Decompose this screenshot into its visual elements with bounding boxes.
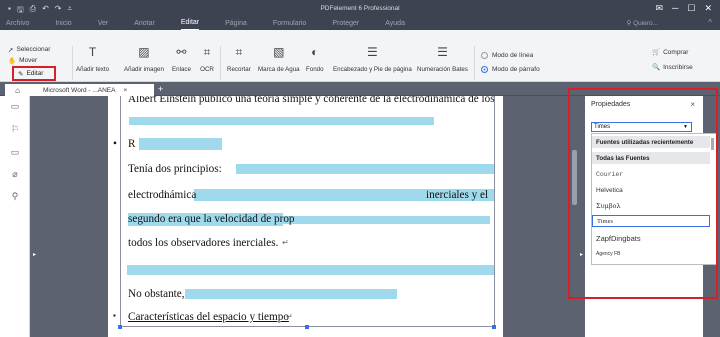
search-placeholder: Quiero...: [633, 20, 658, 27]
menu-proteger[interactable]: Proteger: [332, 17, 359, 30]
menu-pagina[interactable]: Página: [225, 17, 247, 30]
radio-checked-icon: [481, 66, 488, 73]
resize-handle[interactable]: [118, 325, 122, 329]
hand-icon: ✋: [8, 57, 17, 65]
link-icon: ⚯: [176, 45, 187, 59]
register-button[interactable]: 🔍 Inscribirse: [652, 63, 693, 72]
watermark-icon: ▧: [273, 45, 285, 59]
edit-tool-button[interactable]: ✎ Editar: [12, 66, 56, 81]
menu-editar[interactable]: Editar: [180, 16, 200, 31]
cursor-icon: ➚: [8, 46, 14, 54]
highlight-frame: [568, 88, 718, 299]
square-bullet: ▪: [113, 311, 116, 320]
comment-icon[interactable]: ▭: [9, 147, 21, 159]
mail-icon[interactable]: ✉: [655, 3, 663, 13]
ocr-icon: ⌗: [203, 44, 211, 59]
attachment-icon[interactable]: ⌀: [9, 169, 21, 181]
radio-unchecked-icon: [481, 52, 488, 59]
thumbnails-icon[interactable]: ▭: [9, 101, 21, 113]
key-icon: 🔍: [652, 64, 661, 71]
edit-label: Editar: [26, 70, 44, 77]
document-tab[interactable]: Microsoft Word - ...ANEA ×: [30, 84, 154, 96]
close-tab-icon[interactable]: ×: [123, 87, 127, 94]
edit-icon: ✎: [18, 70, 24, 78]
buy-button[interactable]: 🛒 Comprar: [652, 48, 688, 57]
close-icon[interactable]: ✕: [704, 3, 712, 13]
search-icon: ⚲: [626, 20, 632, 27]
app-title: PDFelement 6 Professional: [320, 5, 400, 12]
add-image-tool[interactable]: ▨ Añadir imagen: [124, 44, 164, 73]
selection-tools: ➚ Seleccionar ✋ Mover: [8, 44, 50, 66]
crop-icon: ⌗: [235, 44, 243, 59]
expand-sidebar-icon[interactable]: ▸: [33, 251, 36, 258]
cart-icon: 🛒: [652, 49, 661, 56]
maximize-icon[interactable]: ☐: [687, 3, 695, 13]
move-tool[interactable]: ✋ Mover: [8, 55, 50, 66]
search-box[interactable]: ⚲ Quiero...: [626, 19, 658, 27]
document-tab-label: Microsoft Word - ...ANEA: [43, 86, 116, 94]
title-bar: ▪ 🖫 ⎙ ↶ ↷ ⩡ PDFelement 6 Professional ✉ …: [0, 0, 720, 31]
line-mode-radio[interactable]: Modo de línea: [481, 52, 533, 59]
background-icon: ◐: [311, 45, 319, 59]
menu-archivo[interactable]: Archivo: [6, 17, 29, 30]
bates-icon: ☰: [437, 45, 448, 59]
select-tool[interactable]: ➚ Seleccionar: [8, 44, 50, 55]
header-footer-tool[interactable]: ☰ Encabezado y Pie de página: [333, 44, 412, 73]
menu-bar: Archivo Inicio Ver Anotar Editar Página …: [0, 16, 720, 31]
menu-anotar[interactable]: Anotar: [134, 17, 155, 30]
background-tool[interactable]: ◐ Fondo: [306, 44, 324, 73]
home-tab[interactable]: ⌂: [5, 84, 30, 96]
ribbon-divider: [72, 46, 73, 80]
bates-numbering-tool[interactable]: ☰ Numeración Bates: [417, 44, 468, 73]
bullet: •: [113, 138, 117, 150]
bookmark-icon[interactable]: ⚐: [9, 124, 21, 136]
header-footer-icon: ☰: [367, 45, 378, 59]
menu-ayuda[interactable]: Ayuda: [385, 17, 405, 30]
ocr-tool[interactable]: ⌗ OCR: [199, 44, 215, 74]
search-panel-icon[interactable]: ⚲: [9, 191, 21, 203]
menu-formulario[interactable]: Formulario: [273, 17, 306, 30]
ribbon-divider: [220, 46, 221, 80]
minimize-icon[interactable]: ─: [672, 3, 678, 13]
text-box-icon: T: [88, 45, 97, 59]
crop-tool[interactable]: ⌗ Recortar: [227, 44, 251, 74]
menu-inicio[interactable]: Inicio: [55, 17, 71, 30]
resize-handle[interactable]: [492, 325, 496, 329]
watermark-tool[interactable]: ▧ Marca de Agua: [258, 44, 300, 73]
image-icon: ▨: [138, 45, 150, 59]
add-text-tool[interactable]: T Añadir texto: [76, 44, 109, 73]
home-icon: ⌂: [15, 85, 20, 95]
new-tab-icon[interactable]: +: [158, 84, 163, 94]
text-block-frame[interactable]: [120, 96, 495, 327]
resize-handle[interactable]: [305, 325, 309, 329]
paragraph-mode-radio[interactable]: Modo de párrafo: [481, 66, 540, 73]
collapse-ribbon-icon[interactable]: ^: [708, 18, 712, 27]
link-tool[interactable]: ⚯ Enlace: [172, 44, 191, 73]
ribbon-divider: [474, 46, 475, 80]
window-controls: ✉ ─ ☐ ✕: [655, 3, 712, 13]
menu-ver[interactable]: Ver: [98, 17, 109, 30]
left-sidebar: ▭ ⚐ ▭ ⌀ ⚲: [0, 96, 30, 337]
